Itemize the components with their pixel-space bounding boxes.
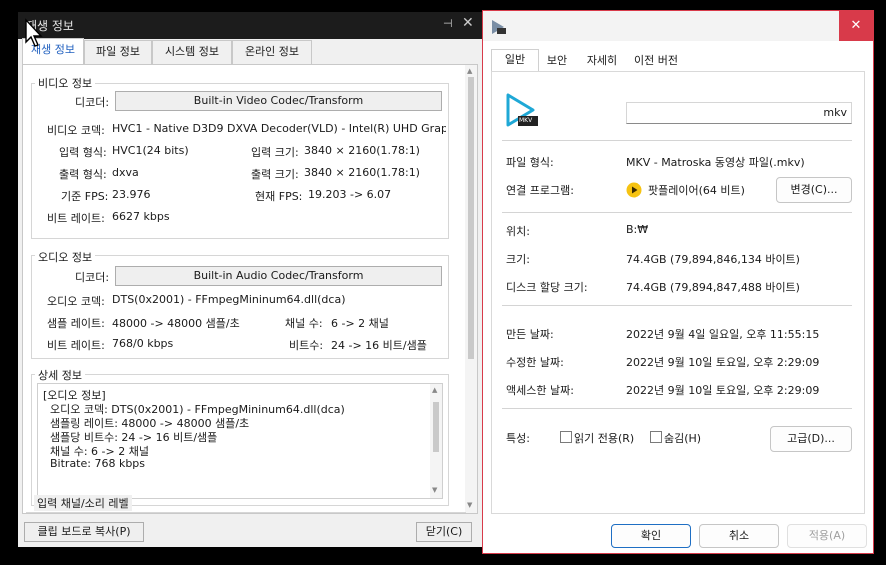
created-value: 2022년 9월 4일 일요일, 오후 11:55:15 (626, 328, 820, 341)
scroll-thumb[interactable] (468, 77, 474, 359)
cursor-icon (25, 18, 43, 47)
input-size-value: 3840 × 2160(1.78:1) (304, 144, 420, 157)
created-label: 만든 날짜: (506, 328, 554, 341)
detail-text-box[interactable]: [오디오 정보] 오디오 코덱: DTS(0x2001) - FFmpegMin… (37, 383, 443, 499)
file-properties-window: ✕ 일반 보안 자세히 이전 버전 MKV mkv 파일 형식: MKV - M… (482, 10, 874, 554)
modified-value: 2022년 9월 10일 토요일, 오후 2:29:09 (626, 356, 820, 369)
ok-button[interactable]: 확인 (611, 524, 691, 548)
audio-bitrate-label: 비트 레이트: (47, 339, 105, 352)
modified-label: 수정한 날짜: (506, 356, 564, 369)
panel-scrollbar[interactable]: ▲ ▼ (465, 65, 477, 513)
change-button[interactable]: 변경(C)... (776, 177, 852, 203)
attributes-label: 특성: (506, 432, 530, 445)
scroll-thumb[interactable] (433, 402, 439, 452)
output-size-value: 3840 × 2160(1.78:1) (304, 166, 420, 179)
hidden-label: 숨김(H) (664, 432, 702, 445)
video-codec-value: HVC1 - Native D3D9 DXVA Decoder(VLD) - I… (112, 122, 446, 135)
bit-depth-label: 비트수: (289, 339, 324, 352)
potplayer-icon (626, 182, 642, 198)
audio-decoder-label: 디코더: (75, 271, 110, 284)
detail-scrollbar[interactable]: ▲ ▼ (430, 384, 442, 498)
pin-icon[interactable]: ⊣ (443, 17, 453, 30)
opens-with-label: 연결 프로그램: (506, 184, 574, 197)
video-decoder-label: 디코더: (75, 96, 110, 109)
scroll-down-icon[interactable]: ▼ (432, 486, 437, 494)
close-icon[interactable]: ✕ (462, 15, 474, 31)
readonly-label: 읽기 전용(R) (574, 432, 635, 445)
bit-depth-value: 24 -> 16 비트/샘플 (331, 339, 427, 352)
scroll-down-icon[interactable]: ▼ (467, 501, 472, 509)
separator (502, 212, 852, 213)
tab-system-info[interactable]: 시스템 정보 (152, 40, 232, 64)
scroll-up-icon[interactable]: ▲ (432, 386, 437, 394)
output-size-label: 출력 크기: (251, 168, 299, 181)
playback-info-window: 재생 정보 ⊣ ✕ 재생 정보 파일 정보 시스템 정보 온라인 정보 비디오 … (18, 12, 482, 547)
tab-details[interactable]: 자세히 (579, 51, 625, 71)
input-size-label: 입력 크기: (251, 146, 299, 159)
sample-rate-label: 샘플 레이트: (47, 317, 105, 330)
filename-value: mkv (823, 106, 847, 119)
tab-general[interactable]: 일반 (491, 49, 539, 73)
hidden-checkbox[interactable] (650, 431, 662, 443)
size-value: 74.4GB (79,894,846,134 바이트) (626, 253, 800, 266)
input-format-value: HVC1(24 bits) (112, 144, 189, 157)
accessed-label: 액세스한 날짜: (506, 384, 574, 397)
location-value: B:₩ (626, 223, 649, 236)
tab-file-info[interactable]: 파일 정보 (84, 40, 152, 64)
size-label: 크기: (506, 253, 530, 266)
cancel-button[interactable]: 취소 (699, 524, 779, 548)
accessed-value: 2022년 9월 10일 토요일, 오후 2:29:09 (626, 384, 820, 397)
current-fps-value: 19.203 -> 6.07 (308, 188, 392, 201)
mkv-badge: MKV (519, 117, 533, 124)
readonly-checkbox[interactable] (560, 431, 572, 443)
current-fps-label: 현재 FPS: (255, 190, 303, 203)
base-fps-value: 23.976 (112, 188, 151, 201)
location-label: 위치: (506, 225, 530, 238)
file-type-label: 파일 형식: (506, 156, 554, 169)
copy-clipboard-button[interactable]: 클립 보드로 복사(P) (24, 522, 144, 542)
disk-size-label: 디스크 할당 크기: (506, 281, 588, 294)
levels-group-label: 입력 채널/소리 레벨 (34, 495, 132, 511)
separator (502, 305, 852, 306)
audio-decoder-button[interactable]: Built-in Audio Codec/Transform (115, 266, 442, 286)
input-format-label: 입력 형식: (59, 146, 107, 159)
output-format-value: dxva (112, 166, 139, 179)
scroll-up-icon[interactable]: ▲ (467, 67, 472, 75)
detail-line: Bitrate: 768 kbps (50, 457, 146, 470)
output-format-label: 출력 형식: (59, 168, 107, 181)
video-bitrate-value: 6627 kbps (112, 210, 170, 223)
tab-online-info[interactable]: 온라인 정보 (232, 40, 312, 64)
audio-codec-label: 오디오 코덱: (47, 295, 105, 308)
close-icon[interactable]: ✕ (839, 11, 873, 41)
properties-titlebar[interactable]: ✕ (483, 11, 873, 41)
file-type-value: MKV - Matroska 동영상 파일(.mkv) (626, 156, 805, 169)
opens-with-value: 팟플레이어(64 비트) (648, 184, 745, 197)
sample-rate-value: 48000 -> 48000 샘플/초 (112, 317, 240, 330)
general-panel: MKV mkv 파일 형식: MKV - Matroska 동영상 파일(.mk… (491, 71, 865, 514)
disk-size-value: 74.4GB (79,894,847,488 바이트) (626, 281, 800, 294)
video-bitrate-label: 비트 레이트: (47, 212, 105, 225)
tab-previous-versions[interactable]: 이전 버전 (625, 51, 687, 71)
file-icon (492, 20, 506, 34)
playback-info-titlebar[interactable]: 재생 정보 ⊣ ✕ (18, 12, 482, 39)
separator (502, 408, 852, 409)
audio-group-label: 오디오 정보 (35, 249, 96, 265)
tab-security[interactable]: 보안 (537, 51, 577, 71)
channels-value: 6 -> 2 채널 (331, 317, 389, 330)
base-fps-label: 기준 FPS: (61, 190, 109, 203)
video-codec-label: 비디오 코덱: (47, 124, 105, 137)
close-button[interactable]: 닫기(C) (416, 522, 472, 542)
video-decoder-button[interactable]: Built-in Video Codec/Transform (115, 91, 442, 111)
audio-bitrate-value: 768/0 kbps (112, 337, 174, 350)
video-group-label: 비디오 정보 (35, 75, 96, 91)
playback-info-panel: 비디오 정보 디코더: Built-in Video Codec/Transfo… (22, 64, 478, 514)
separator (502, 140, 852, 141)
filename-input[interactable]: mkv (626, 102, 852, 124)
detail-group-label: 상세 정보 (35, 367, 85, 383)
apply-button[interactable]: 적용(A) (787, 524, 867, 548)
channels-label: 채널 수: (285, 317, 323, 330)
advanced-button[interactable]: 고급(D)... (770, 426, 852, 452)
audio-codec-value: DTS(0x2001) - FFmpegMininum64.dll(dca) (112, 293, 346, 306)
levels-group (26, 512, 466, 513)
